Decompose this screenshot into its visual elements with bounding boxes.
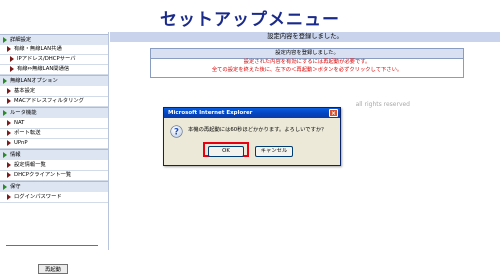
restart-button[interactable]: 再起動 [38,264,68,274]
sidebar-section-maintenance[interactable]: 保守 [0,181,108,192]
dialog-title: Microsoft Internet Explorer [168,110,253,116]
triangle-bullet-icon [7,130,11,136]
sidebar-item-label: ポート転送 [14,130,41,136]
triangle-bullet-icon [3,110,7,116]
main-title: 設定内容を登録しました。 [267,33,343,40]
sidebar-item-label: 有線⇔無線LAN間通信 [17,66,70,72]
sidebar-item-label: UPnP [14,140,28,146]
ok-button[interactable]: OK [208,146,244,157]
sidebar-section-info[interactable]: 情報 [0,149,108,160]
close-icon[interactable]: × [329,109,338,117]
sidebar-item-wired-wireless[interactable]: 有線⇔無線LAN間通信 [0,64,108,75]
sidebar-section-wireless-options[interactable]: 無線LANオプション [0,75,108,86]
sidebar-item-label: 無線LANオプション [10,78,58,84]
sidebar-item-login-password[interactable]: ログインパスワード [0,192,108,203]
triangle-bullet-icon [10,66,14,72]
question-icon: ? [170,125,183,138]
sidebar-section-router[interactable]: ルータ機能 [0,107,108,118]
sidebar-item-label: NAT [14,120,25,126]
triangle-bullet-icon [7,88,11,94]
sidebar-item-label: 保守 [10,184,21,190]
notice-line-restart-instruction: 全ての設定を終えた後に、左下の＜再起動＞ボタンを必ずクリックして下さい。 [211,67,403,73]
sidebar-menu: 詳細設定 有線・無線LAN共通 IPアドレス/DHCPサーバ 有線⇔無線LAN間… [0,32,109,274]
sidebar-item-mac-filtering[interactable]: MACアドレスフィルタリング [0,96,108,107]
notice-box: 設定内容を登録しました。 設定された内容を有効にするには再起動が必要です。 全て… [150,48,464,78]
sidebar-divider [6,245,98,246]
sidebar-item-label: ルータ機能 [10,110,37,116]
triangle-bullet-icon [7,162,11,168]
sidebar-item-label: ログインパスワード [14,194,62,200]
triangle-bullet-icon [3,78,7,84]
sidebar-item-label: DHCPクライアント一覧 [14,172,72,178]
triangle-bullet-icon [7,98,11,104]
triangle-bullet-icon [7,46,11,52]
triangle-bullet-icon [7,194,11,200]
triangle-bullet-icon [7,172,11,178]
triangle-bullet-icon [7,140,11,146]
triangle-bullet-icon [10,56,14,62]
triangle-bullet-icon [3,37,7,43]
dialog-message: 本機の再起動には60秒ほどかかります。よろしいですか？ [188,127,327,133]
main-title-bar: 設定内容を登録しました。 [110,32,500,42]
svg-text:?: ? [174,128,179,138]
notice-line-restart-required: 設定された内容を有効にするには再起動が必要です。 [243,59,371,65]
triangle-bullet-icon [3,152,7,158]
header: セットアップメニュー [0,0,500,30]
page-header-title: セットアップメニュー [160,10,340,30]
cancel-button[interactable]: キャンセル [255,146,293,157]
sidebar-item-label: 有線・無線LAN共通 [14,46,62,52]
dialog-title-bar[interactable]: Microsoft Internet Explorer × [164,108,340,118]
triangle-bullet-icon [3,184,7,190]
triangle-bullet-icon [7,120,11,126]
sidebar-item-upnp[interactable]: UPnP [0,138,108,149]
sidebar-item-label: IPアドレス/DHCPサーバ [17,56,76,62]
sidebar-item-label: MACアドレスフィルタリング [14,98,84,104]
sidebar-item-label: 設定情報一覧 [14,162,46,168]
sidebar-item-dhcp-clients[interactable]: DHCPクライアント一覧 [0,170,108,181]
confirm-dialog: Microsoft Internet Explorer × ? 本機の再起動には… [163,107,341,166]
sidebar-item-label: 基本設定 [14,88,36,94]
sidebar-item-label: 情報 [10,152,21,158]
